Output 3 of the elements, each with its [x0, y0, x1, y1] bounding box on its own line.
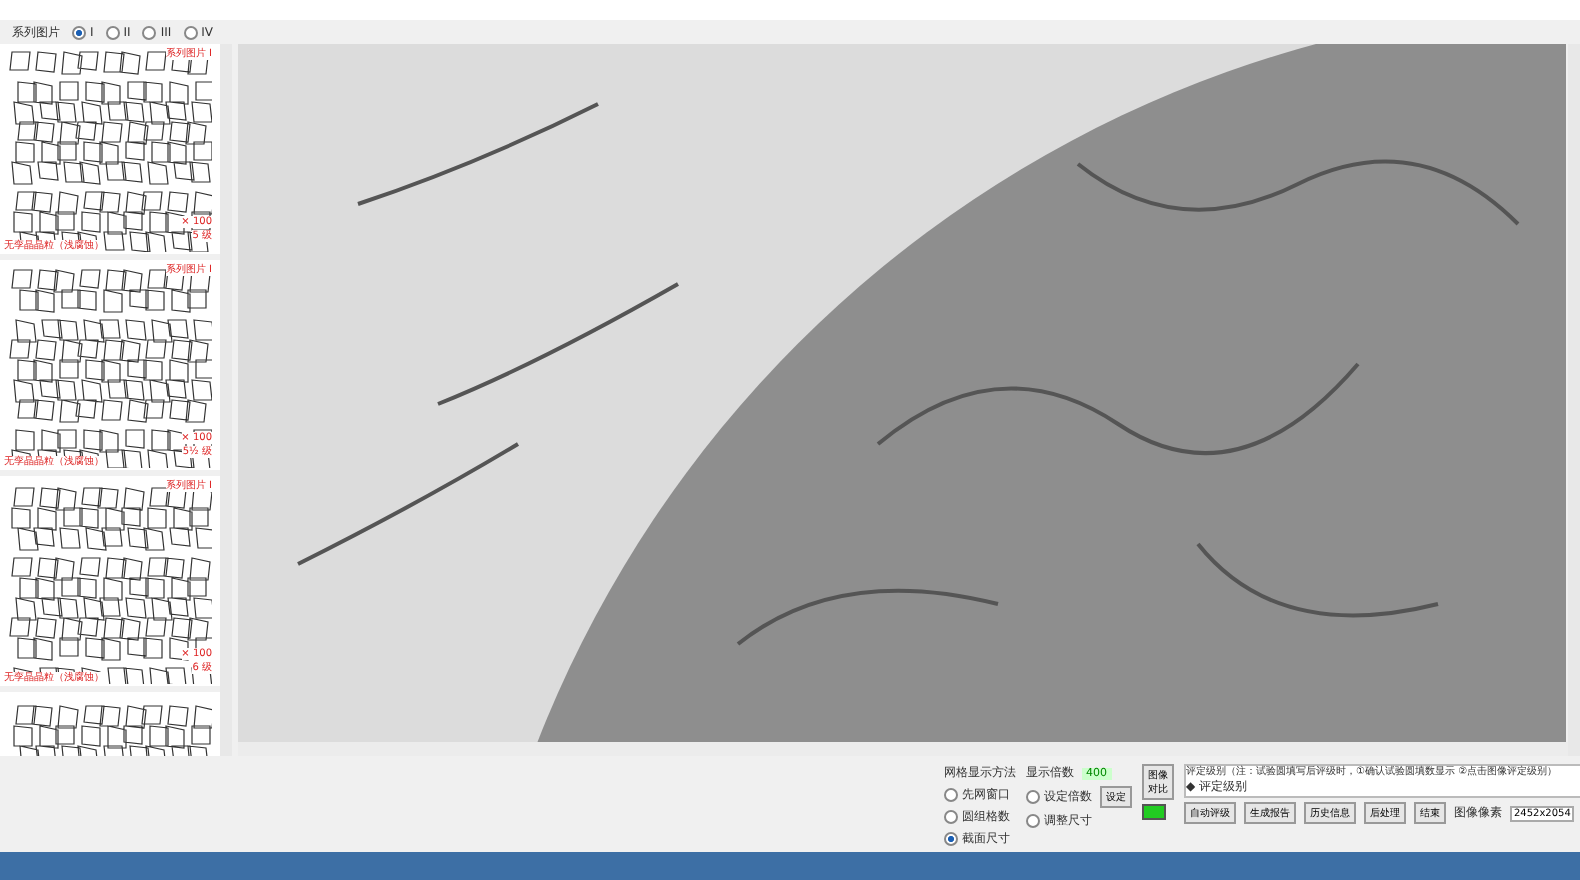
scrollbar[interactable] [238, 742, 1568, 756]
scrollbar[interactable] [1568, 44, 1580, 756]
status-light [1142, 804, 1166, 820]
